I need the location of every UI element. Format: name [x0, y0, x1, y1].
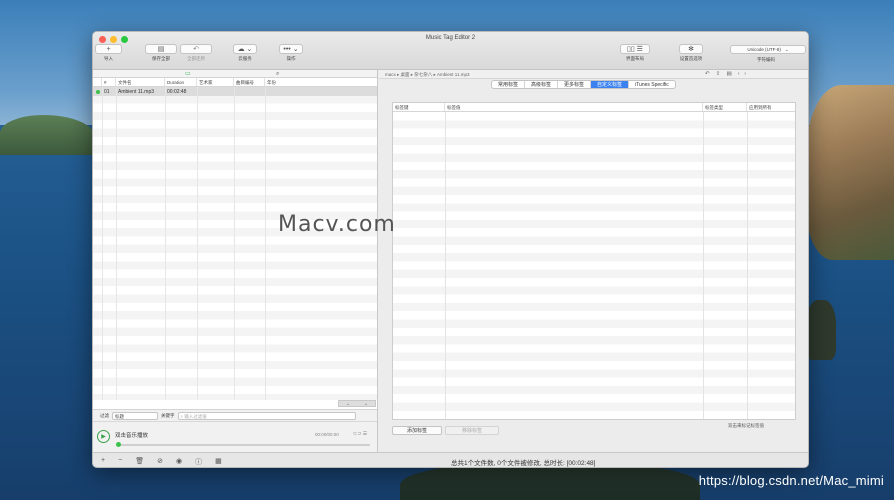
encoding-label: 字符编码 — [757, 57, 775, 62]
chevron-down-icon[interactable]: ⌄ — [346, 401, 350, 407]
import-button[interactable]: + 导入 — [95, 44, 122, 62]
tag-table-header: 标签键 标签值 标签类型 应用到所有 — [393, 103, 795, 112]
chevron-down-icon: ⌄ — [784, 46, 789, 52]
tab-advanced[interactable]: 高级标签 — [525, 81, 559, 88]
layout-icon: ▯▯ ☰ — [620, 44, 650, 54]
table-row[interactable]: 01 Ambient 11.mp3 00:02:48 — [93, 87, 377, 96]
eye-icon[interactable]: ◉ — [176, 457, 182, 467]
ellipsis-icon: ••• ⌄ — [279, 44, 303, 54]
keyword-input[interactable]: ⌕ 输入过滤值 — [177, 411, 356, 420]
modified-status-icon — [96, 89, 100, 94]
bottom-tools: + − 🗑 ⊘ ◉ ⓘ ▦ — [101, 457, 222, 467]
revert-all-button[interactable]: ↶ 全部还原 — [180, 44, 212, 62]
progress-knob[interactable] — [116, 442, 121, 447]
tab-itunes[interactable]: iTunes Specific — [629, 81, 675, 88]
csdn-watermark: https://blog.csdn.net/Mac_mimi — [698, 473, 884, 488]
add-tag-button[interactable]: 添加标签 — [392, 426, 442, 435]
chevron-down-icon[interactable]: ⌄ — [364, 401, 368, 407]
status-text: 总共1个文件数, 0个文件被修改, 总时长: [00:02:48] — [451, 460, 596, 467]
cloud-button[interactable]: ☁ ⌄ 云服务 — [233, 44, 257, 62]
list-icon[interactable]: ☰ — [363, 431, 367, 437]
nav-icons: ↶ ⇪ ▤ ‹ › — [705, 70, 746, 79]
player-icons: ⊂⊃ ☰ — [353, 431, 367, 437]
player-progress-slider[interactable] — [116, 442, 370, 447]
remove-tag-button[interactable]: 移除标签 — [445, 426, 499, 435]
save-all-button[interactable]: ▤ 保存全部 — [145, 44, 177, 62]
player-title: 双击音乐播放 — [115, 433, 149, 439]
player-time: 00:00/00:00 — [315, 432, 339, 437]
tag-table-rows — [393, 112, 795, 419]
filter-field-select[interactable]: 标题 — [112, 411, 158, 420]
col-filename[interactable]: 文件名 — [116, 78, 165, 86]
remove-file-icon[interactable]: − — [118, 457, 122, 467]
filter-label: 过滤 — [100, 412, 109, 418]
music-player: ▶ 双击音乐播放 00:00/00:00 ⊂⊃ ☰ — [93, 421, 377, 452]
play-icon: ▶ — [101, 434, 106, 440]
file-list-tools: ▭ ⌕ — [93, 70, 377, 78]
filter-bar: 过滤 标题 关键字 ⌕ 输入过滤值 — [93, 409, 377, 421]
save-icon[interactable]: ▤ — [726, 71, 731, 77]
col-tag-key[interactable]: 标签键 — [393, 103, 445, 111]
preferences-button[interactable]: ✻ 设置首选项 — [679, 44, 703, 62]
custom-tag-table: 标签键 标签值 标签类型 应用到所有 — [392, 102, 796, 420]
play-button[interactable]: ▶ — [97, 430, 110, 443]
grid-icon[interactable]: ▦ — [215, 457, 222, 467]
tab-custom[interactable]: 自定义标签 — [591, 81, 630, 88]
edit-hint: 双击来标记标签值 — [728, 423, 764, 428]
col-tag-type[interactable]: 标签类型 — [703, 103, 747, 111]
actions-button[interactable]: ••• ⌄ 操作 — [279, 44, 303, 62]
cliff-right — [806, 85, 894, 260]
tag-tabs: 常用标签 高级标签 更多标签 自定义标签 iTunes Specific — [491, 80, 676, 89]
col-year[interactable]: 年份 — [265, 78, 377, 86]
trash-icon[interactable]: 🗑 — [135, 457, 144, 467]
macv-watermark: Macv.com — [278, 212, 396, 237]
file-list-pane: ▭ ⌕ # 文件名 Duration 艺术家 曲目编号 年份 01 Ambien… — [93, 70, 378, 452]
search-icon[interactable]: ⌕ — [276, 70, 279, 78]
col-dot — [93, 78, 102, 86]
row-duration: 00:02:48 — [167, 88, 187, 95]
loop-icon[interactable]: ⊂⊃ — [353, 431, 361, 437]
window-title: Music Tag Editor 2 — [425, 35, 476, 41]
save-icon: ▤ — [145, 44, 177, 54]
row-filename: Ambient 11.mp3 — [118, 88, 155, 95]
col-apply-all[interactable]: 应用到所有 — [747, 103, 795, 111]
encoding-select[interactable]: Unicode (UTF-8) ⌄ — [730, 45, 806, 54]
bottom-bar: + − 🗑 ⊘ ◉ ⓘ ▦ 总共1个文件数, 0个文件被修改, 总时长: [00… — [93, 452, 808, 467]
gear-icon: ✻ — [679, 44, 703, 54]
row-num: 01 — [104, 88, 110, 95]
cloud-icon: ☁ ⌄ — [233, 44, 257, 54]
scroll-arrows[interactable]: ⌄ ⌄ — [338, 400, 376, 407]
col-track[interactable]: 曲目编号 — [234, 78, 265, 86]
plus-icon: + — [95, 44, 122, 54]
tab-common[interactable]: 常用标签 — [492, 81, 526, 88]
file-list-header: # 文件名 Duration 艺术家 曲目编号 年份 — [93, 78, 377, 87]
col-num[interactable]: # — [102, 78, 116, 86]
clear-icon[interactable]: ⊘ — [157, 457, 163, 467]
keyword-label: 关键字 — [161, 412, 175, 418]
col-artist[interactable]: 艺术家 — [197, 78, 234, 86]
breadcrumb-bar: macx ▸ 桌面 ▸ 杂七杂八 ▸ Ambient 11.mp3 ↶ ⇪ ▤ … — [379, 70, 808, 79]
layout-button[interactable]: ▯▯ ☰ 界面布局 — [620, 44, 650, 62]
add-file-icon[interactable]: + — [101, 457, 105, 467]
col-tag-value[interactable]: 标签值 — [445, 103, 703, 111]
app-window: Music Tag Editor 2 + 导入 ▤ 保存全部 ↶ 全部还原 ☁ … — [92, 31, 809, 468]
breadcrumb[interactable]: macx ▸ 桌面 ▸ 杂七杂八 ▸ Ambient 11.mp3 — [385, 70, 469, 79]
share-icon[interactable]: ⇪ — [716, 71, 721, 77]
tab-more[interactable]: 更多标签 — [558, 81, 592, 88]
chevron-left-icon[interactable]: ‹ — [738, 71, 740, 77]
tag-editor-pane: macx ▸ 桌面 ▸ 杂七杂八 ▸ Ambient 11.mp3 ↶ ⇪ ▤ … — [379, 70, 808, 452]
rock-right — [806, 300, 836, 360]
col-duration[interactable]: Duration — [165, 78, 197, 86]
undo-icon[interactable]: ↶ — [705, 71, 710, 77]
file-list-rows: 01 Ambient 11.mp3 00:02:48 — [93, 87, 377, 400]
chevron-right-icon[interactable]: › — [744, 71, 746, 77]
info-icon[interactable]: ⓘ — [195, 457, 202, 467]
island-left — [0, 115, 95, 155]
titlebar: Music Tag Editor 2 + 导入 ▤ 保存全部 ↶ 全部还原 ☁ … — [93, 32, 808, 70]
folder-icon[interactable]: ▭ — [185, 70, 191, 78]
undo-icon: ↶ — [180, 44, 212, 54]
